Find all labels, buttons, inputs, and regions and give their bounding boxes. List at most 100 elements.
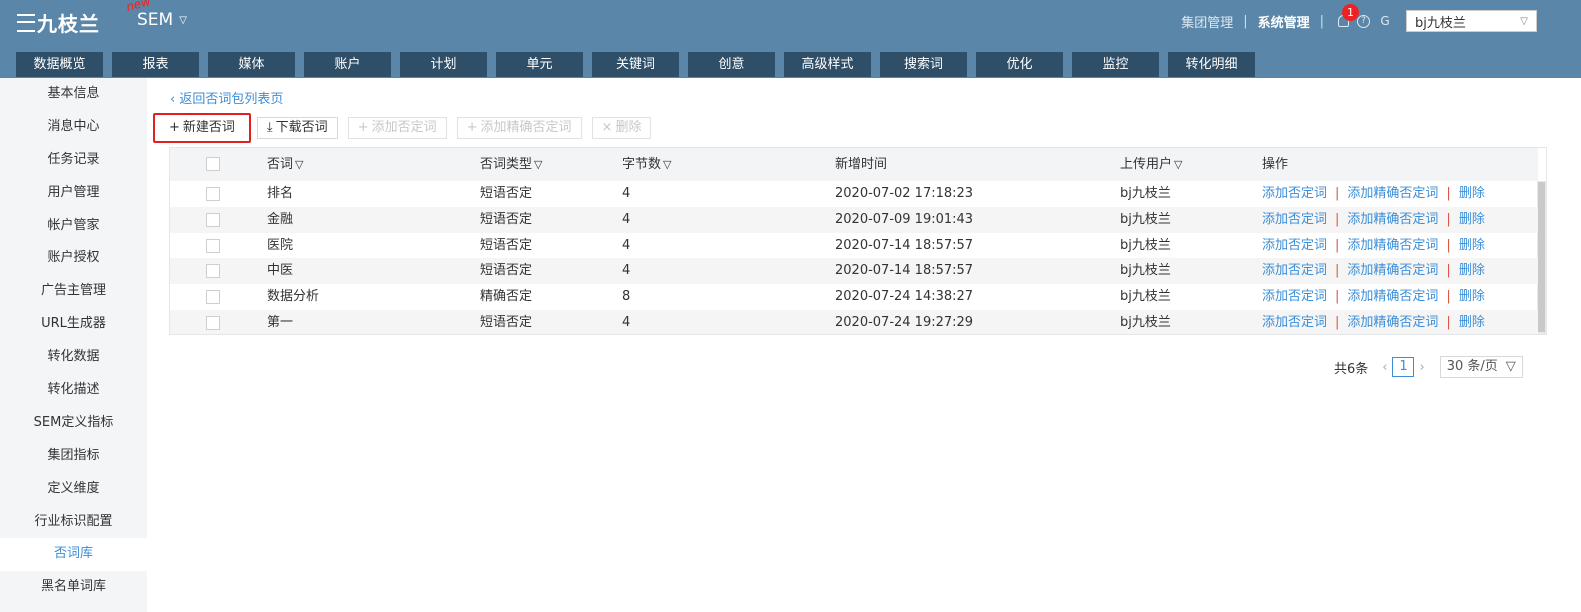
delete-link[interactable]: 删除 xyxy=(1459,212,1485,227)
account-select[interactable]: bj九枝兰 ▽ xyxy=(1406,10,1537,32)
bell-icon[interactable]: 1 xyxy=(1338,4,1359,27)
nav-tab[interactable]: 计划 xyxy=(400,52,487,77)
nav-tab[interactable]: 报表 xyxy=(112,52,199,77)
cell-bytes: 4 xyxy=(622,237,631,253)
sidebar-item[interactable]: 广告主管理 xyxy=(0,275,147,308)
checkbox-box xyxy=(206,290,220,305)
table-row: 数据分析 精确否定 8 2020-07-24 14:38:27 bj九枝兰 添加否定词 | 添… xyxy=(170,284,1538,310)
delete-link[interactable]: 删除 xyxy=(1459,315,1485,330)
row-checkbox[interactable] xyxy=(206,212,220,228)
button-label: 新建否词 xyxy=(182,120,235,135)
filter-icon[interactable]: ▽ xyxy=(534,158,542,171)
col-type[interactable]: 否词类型 ▽ xyxy=(480,148,542,181)
col-bytes-label: 字节数 xyxy=(622,157,662,172)
sidebar-item[interactable]: 转化描述 xyxy=(0,374,147,407)
sidebar-item[interactable]: URL生成器 xyxy=(0,308,147,341)
scrollbar-thumb[interactable] xyxy=(1538,182,1545,332)
add-negative-button[interactable]: + 添加否定词 xyxy=(347,117,447,139)
row-checkbox[interactable] xyxy=(206,290,220,305)
checkbox-box xyxy=(206,157,220,171)
divider: | xyxy=(1335,289,1340,305)
add-exact-negative-link[interactable]: 添加精确否定词 xyxy=(1347,212,1438,227)
add-exact-negative-link[interactable]: 添加精确否定词 xyxy=(1347,186,1438,201)
main-nav: 数据概览 报表 媒体 账户 计划 单元 关键词 创意 高级样式 搜索词 优化 监控 转化明细 xyxy=(16,52,1264,77)
filter-icon[interactable]: ▽ xyxy=(295,158,303,171)
logout-icon[interactable]: G xyxy=(1378,14,1392,28)
prev-page-icon[interactable]: ‹ xyxy=(1382,360,1387,375)
negative-words-table: 否词 ▽ 否词类型 ▽ 字节数 ▽ 新增时间 上传用户 ▽ 操作 排名 短语否定 4 2020… xyxy=(169,147,1547,335)
add-exact-negative-link[interactable]: 添加精确否定词 xyxy=(1347,238,1438,253)
nav-tab[interactable]: 媒体 xyxy=(208,52,295,77)
nav-tab[interactable]: 转化明细 xyxy=(1168,52,1255,77)
add-negative-link[interactable]: 添加否定词 xyxy=(1262,238,1327,253)
system-mgmt-link[interactable]: 系统管理 xyxy=(1258,12,1310,31)
add-exact-negative-button[interactable]: + 添加精确否定词 xyxy=(456,117,582,139)
nav-tab[interactable]: 创意 xyxy=(688,52,775,77)
sidebar-item[interactable]: 用户管理 xyxy=(0,177,147,210)
nav-tab[interactable]: 关键词 xyxy=(592,52,679,77)
delete-button[interactable]: × 删除 xyxy=(591,117,652,139)
add-negative-link[interactable]: 添加否定词 xyxy=(1262,263,1327,278)
sidebar-item[interactable]: 转化数据 xyxy=(0,341,147,374)
col-bytes[interactable]: 字节数 ▽ xyxy=(622,148,671,181)
col-word[interactable]: 否词 ▽ xyxy=(267,148,303,181)
page-size-select[interactable]: 30 条/页 ▽ xyxy=(1439,356,1523,378)
table-row: 医院 短语否定 4 2020-07-14 18:57:57 bj九枝兰 添加否定词 | 添加精… xyxy=(170,233,1538,259)
sidebar-item[interactable]: 帐户管家 xyxy=(0,210,147,243)
delete-link[interactable]: 删除 xyxy=(1459,238,1485,253)
add-exact-negative-link[interactable]: 添加精确否定词 xyxy=(1347,315,1438,330)
add-exact-negative-link[interactable]: 添加精确否定词 xyxy=(1347,263,1438,278)
help-icon[interactable]: ? xyxy=(1357,14,1370,28)
sidebar-item[interactable]: 集团指标 xyxy=(0,440,147,473)
delete-link[interactable]: 删除 xyxy=(1459,289,1485,304)
row-checkbox[interactable] xyxy=(206,238,220,254)
sidebar-item[interactable]: 黑名单词库 xyxy=(0,571,147,604)
cell-type: 短语否定 xyxy=(480,211,533,227)
sidebar-item[interactable]: 行业标识配置 xyxy=(0,506,147,539)
filter-icon[interactable]: ▽ xyxy=(663,158,671,171)
product-switcher[interactable]: SEM ▽ xyxy=(137,10,187,30)
row-checkbox[interactable] xyxy=(206,264,220,279)
next-page-icon[interactable]: › xyxy=(1419,360,1424,375)
nav-tab[interactable]: 账户 xyxy=(304,52,391,77)
back-link[interactable]: ‹ 返回否词包列表页 xyxy=(170,88,283,107)
nav-tab[interactable]: 优化 xyxy=(976,52,1063,77)
sidebar-item[interactable]: 消息中心 xyxy=(0,111,147,144)
sidebar-item[interactable]: 定义维度 xyxy=(0,473,147,506)
sidebar-item[interactable]: 任务记录 xyxy=(0,144,147,177)
chevron-down-icon: ▽ xyxy=(1505,359,1516,374)
add-negative-link[interactable]: 添加否定词 xyxy=(1262,289,1327,304)
divider: | xyxy=(1335,263,1340,279)
delete-link[interactable]: 删除 xyxy=(1459,263,1485,278)
row-checkbox[interactable] xyxy=(206,187,220,202)
row-checkbox[interactable] xyxy=(206,316,220,331)
new-negative-word-button[interactable]: + 新建否词 xyxy=(153,113,251,143)
add-negative-link[interactable]: 添加否定词 xyxy=(1262,315,1327,330)
logo[interactable]: 九枝兰 xyxy=(17,8,100,37)
delete-link[interactable]: 删除 xyxy=(1459,186,1485,201)
nav-tab[interactable]: 数据概览 xyxy=(16,52,103,77)
add-exact-negative-link[interactable]: 添加精确否定词 xyxy=(1347,289,1438,304)
header-actions: 集团管理 | 系统管理 | 1 ? G bj九枝兰 ▽ xyxy=(1181,4,1537,32)
nav-tab[interactable]: 高级样式 xyxy=(784,52,871,77)
divider: | xyxy=(1319,13,1324,29)
col-type-label: 否词类型 xyxy=(480,157,533,172)
sidebar-item[interactable]: 基本信息 xyxy=(0,78,147,111)
sidebar-item[interactable]: 账户授权 xyxy=(0,242,147,275)
nav-tab[interactable]: 搜索词 xyxy=(880,52,967,77)
nav-tab[interactable]: 单元 xyxy=(496,52,583,77)
add-negative-link[interactable]: 添加否定词 xyxy=(1262,212,1327,227)
sidebar-item[interactable]: 否词库 xyxy=(0,538,147,572)
filter-icon[interactable]: ▽ xyxy=(1174,158,1182,171)
group-mgmt-link[interactable]: 集团管理 xyxy=(1181,12,1233,31)
cell-user: bj九枝兰 xyxy=(1120,211,1171,227)
divider: | xyxy=(1335,211,1340,227)
add-negative-link[interactable]: 添加否定词 xyxy=(1262,186,1327,201)
col-user[interactable]: 上传用户 ▽ xyxy=(1120,148,1182,181)
page-1-button[interactable]: 1 xyxy=(1392,357,1415,377)
download-button[interactable]: ⤓ 下载否词 xyxy=(256,117,338,139)
nav-tab[interactable]: 监控 xyxy=(1072,52,1159,77)
checkbox-box xyxy=(206,316,220,330)
select-all-checkbox[interactable] xyxy=(206,157,220,172)
sidebar-item[interactable]: SEM定义指标 xyxy=(0,407,147,440)
